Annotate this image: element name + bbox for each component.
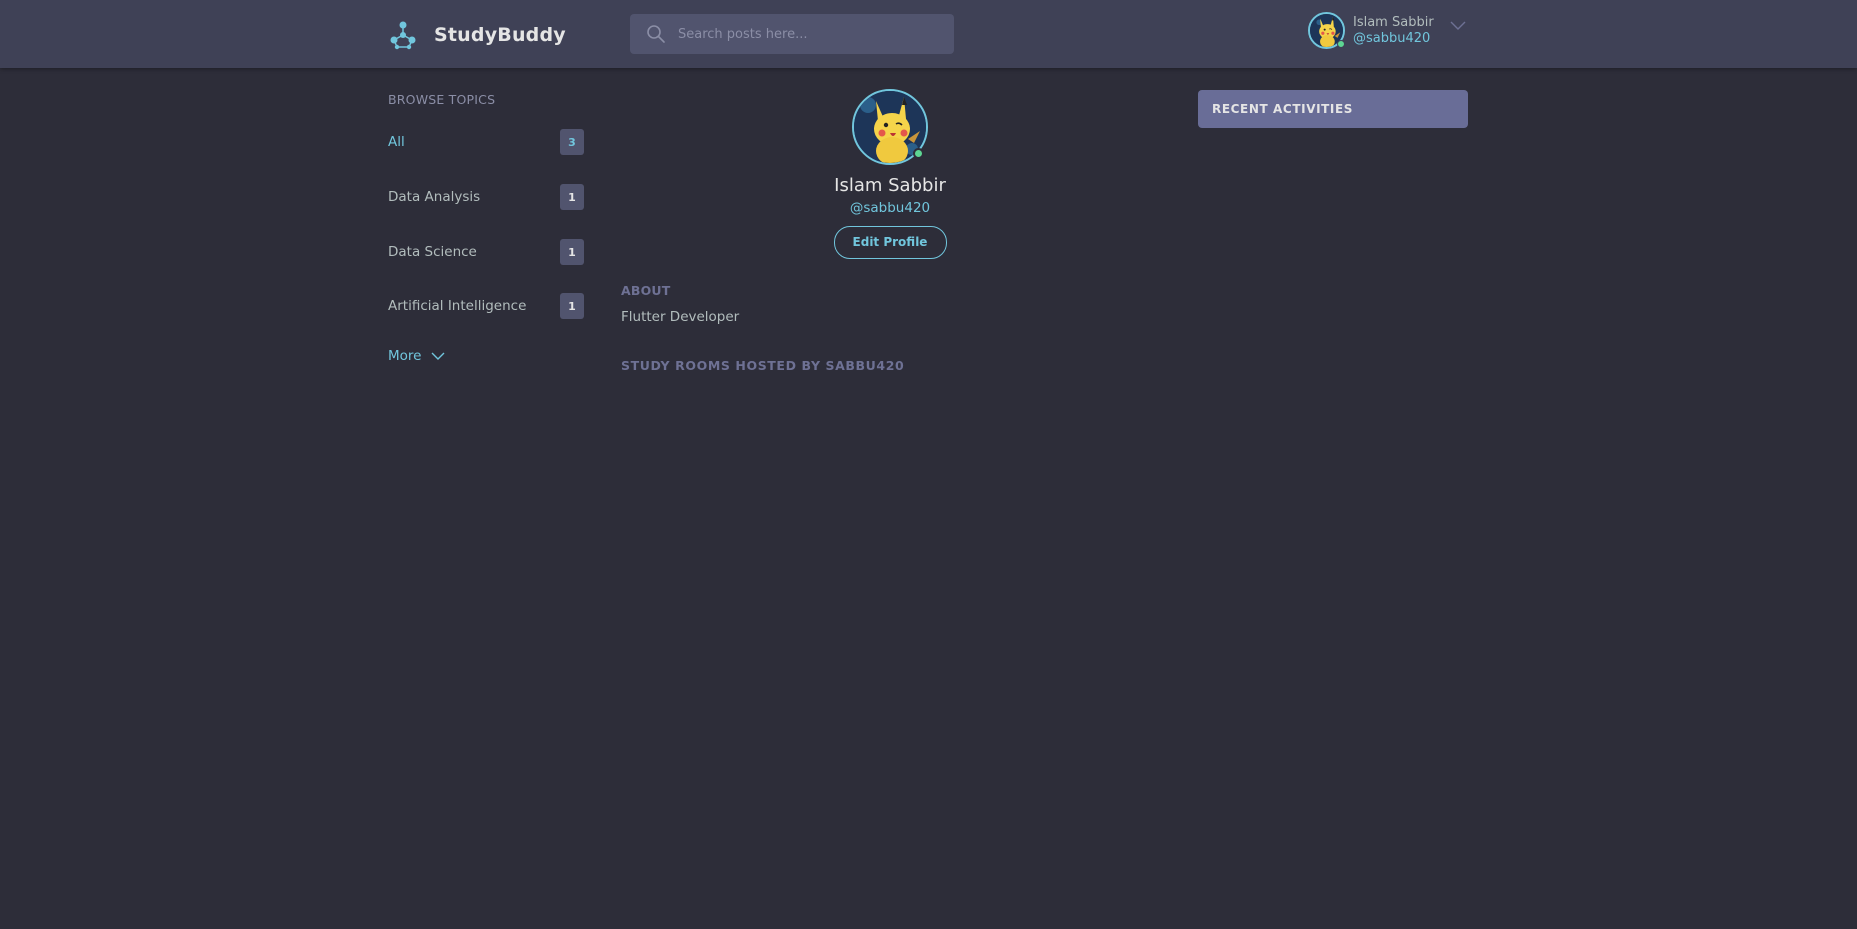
top-navbar: StudyBuddy Search posts here... Islam Sa…	[0, 0, 1857, 68]
search-bar[interactable]	[630, 14, 954, 54]
app-name: StudyBuddy	[434, 24, 566, 46]
more-label: More	[388, 348, 422, 364]
profile-name: Islam Sabbir	[834, 175, 946, 196]
user-handle: @sabbu420	[1353, 30, 1431, 46]
user-menu[interactable]: Islam Sabbir @sabbu420	[1308, 12, 1466, 49]
topics-sidebar: BROWSE TOPICS All 3 Data Analysis 1 Data…	[388, 92, 584, 364]
topic-count-badge: 1	[560, 184, 584, 210]
online-status-dot	[913, 148, 924, 159]
profile-avatar	[852, 89, 928, 165]
topic-label: Data Science	[388, 244, 477, 260]
topic-label: All	[388, 134, 405, 150]
topic-item-data-science[interactable]: Data Science 1	[388, 238, 584, 266]
app-logo[interactable]: StudyBuddy	[388, 20, 566, 50]
topic-label: Artificial Intelligence	[388, 298, 527, 314]
chevron-down-icon[interactable]	[1450, 21, 1466, 31]
about-text: Flutter Developer	[621, 309, 740, 325]
search-input[interactable]	[678, 16, 938, 52]
topic-count-badge: 3	[560, 129, 584, 155]
user-info[interactable]: Islam Sabbir @sabbu420	[1353, 15, 1434, 47]
topic-item-all[interactable]: All 3	[388, 128, 584, 156]
user-name: Islam Sabbir	[1353, 14, 1434, 30]
chevron-down-icon	[431, 352, 445, 360]
logo-icon	[390, 21, 416, 50]
about-heading: ABOUT	[621, 283, 671, 298]
topic-count-badge: 1	[560, 293, 584, 319]
browse-topics-heading: BROWSE TOPICS	[388, 92, 496, 107]
profile-header: Islam Sabbir @sabbu420 Edit Profile	[790, 89, 990, 259]
topic-count-badge: 1	[560, 239, 584, 265]
recent-activities-panel: RECENT ACTIVITIES	[1198, 90, 1468, 128]
recent-activities-heading: RECENT ACTIVITIES	[1212, 102, 1354, 116]
online-status-dot	[1337, 40, 1345, 48]
topic-item-artificial-intelligence[interactable]: Artificial Intelligence 1	[388, 292, 584, 320]
hosted-rooms-heading: STUDY ROOMS HOSTED BY SABBU420	[621, 358, 905, 373]
avatar[interactable]	[1308, 12, 1345, 49]
more-topics-button[interactable]: More	[388, 348, 445, 364]
topic-label: Data Analysis	[388, 189, 481, 205]
topic-item-data-analysis[interactable]: Data Analysis 1	[388, 183, 584, 211]
search-icon	[647, 25, 665, 43]
edit-profile-button[interactable]: Edit Profile	[833, 226, 947, 259]
profile-handle: @sabbu420	[849, 200, 931, 216]
